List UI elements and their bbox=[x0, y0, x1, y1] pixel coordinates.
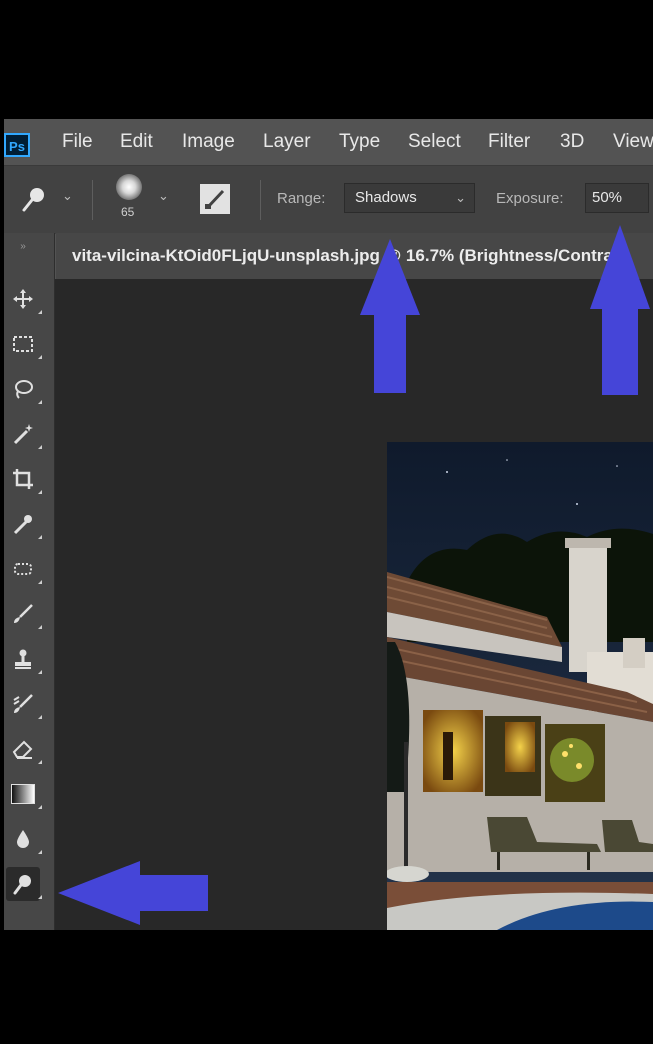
range-select[interactable]: Shadows ⌄ bbox=[344, 183, 475, 213]
up-arrow-annotation-icon bbox=[590, 225, 650, 395]
magic-wand-icon[interactable] bbox=[6, 417, 42, 451]
eraser-icon[interactable] bbox=[6, 732, 42, 766]
blur-icon[interactable] bbox=[6, 822, 42, 856]
healing-icon[interactable] bbox=[6, 552, 42, 586]
history-brush-icon[interactable] bbox=[6, 687, 42, 721]
stamp-icon[interactable] bbox=[6, 642, 42, 676]
document-tab[interactable]: vita-vilcina-KtOid0FLjqU-unsplash.jpg @ … bbox=[56, 233, 653, 279]
menu-type[interactable]: Type bbox=[339, 131, 380, 153]
menu-image[interactable]: Image bbox=[182, 131, 235, 153]
up-arrow-annotation-icon bbox=[360, 239, 420, 393]
photoshop-window: Ps File Edit Image Layer Type Select Fil… bbox=[4, 119, 653, 930]
toolbar-collapse-icon[interactable]: » bbox=[6, 239, 40, 253]
brush-settings-panel-icon[interactable] bbox=[200, 184, 230, 214]
menu-bar: Ps File Edit Image Layer Type Select Fil… bbox=[4, 119, 653, 165]
menu-file[interactable]: File bbox=[62, 131, 93, 153]
menu-layer[interactable]: Layer bbox=[263, 131, 311, 153]
range-value: Shadows bbox=[355, 189, 417, 206]
gradient-icon[interactable] bbox=[6, 777, 42, 811]
exposure-input[interactable]: 50% bbox=[585, 183, 649, 213]
divider bbox=[92, 180, 93, 220]
menu-edit[interactable]: Edit bbox=[120, 131, 153, 153]
range-label: Range: bbox=[277, 190, 326, 207]
photo-canvas[interactable] bbox=[387, 442, 653, 930]
left-arrow-annotation-icon bbox=[58, 861, 208, 925]
eyedropper-icon[interactable] bbox=[6, 507, 42, 541]
menu-filter[interactable]: Filter bbox=[488, 131, 530, 153]
exposure-value: 50% bbox=[592, 189, 623, 206]
divider bbox=[260, 180, 261, 220]
brush-chevron-down-icon[interactable]: ⌄ bbox=[158, 188, 169, 204]
menu-3d[interactable]: 3D bbox=[560, 131, 584, 153]
menu-view[interactable]: View bbox=[613, 131, 653, 153]
menu-select[interactable]: Select bbox=[408, 131, 461, 153]
dodge-tool-preset-icon[interactable] bbox=[18, 184, 54, 214]
move-icon[interactable] bbox=[6, 282, 42, 316]
lasso-icon[interactable] bbox=[6, 372, 42, 406]
chevron-down-icon: ⌄ bbox=[455, 190, 466, 205]
dodge-icon[interactable] bbox=[6, 867, 42, 901]
brush-preview-icon[interactable] bbox=[116, 174, 142, 200]
photoshop-logo-icon: Ps bbox=[4, 133, 30, 157]
brush-icon[interactable] bbox=[6, 597, 42, 631]
tools-panel: » bbox=[4, 233, 55, 930]
canvas-area bbox=[55, 279, 653, 930]
options-bar: ⌄ 65 ⌄ Range: Shadows ⌄ Exposure: 50% bbox=[4, 165, 653, 234]
brush-size-value: 65 bbox=[121, 205, 135, 219]
marquee-icon[interactable] bbox=[6, 327, 42, 361]
preset-chevron-down-icon[interactable]: ⌄ bbox=[62, 188, 73, 204]
exposure-label: Exposure: bbox=[496, 190, 564, 207]
crop-icon[interactable] bbox=[6, 462, 42, 496]
